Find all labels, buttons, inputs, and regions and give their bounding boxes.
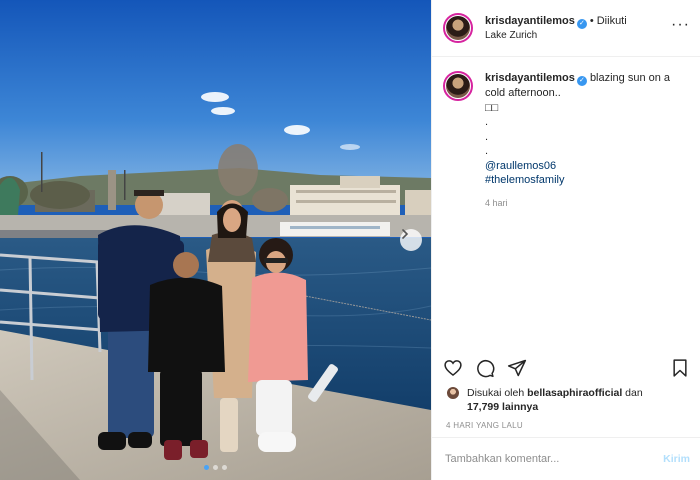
- post-comment-button[interactable]: Kirim: [663, 453, 690, 465]
- likes-prefix: Disukai oleh: [467, 387, 525, 399]
- avatar[interactable]: [443, 13, 473, 43]
- post-header: krisdayantilemos ✓ • Diikuti Lake Zurich ··…: [432, 0, 700, 57]
- action-bar: [443, 356, 690, 380]
- carousel-next-button[interactable]: [400, 229, 422, 251]
- verified-badge-icon: ✓: [576, 76, 587, 86]
- mention-link[interactable]: @raullemos06: [485, 160, 556, 172]
- caption-age: 4 hari: [485, 197, 508, 208]
- post-photo[interactable]: [0, 0, 431, 480]
- caption-text: krisdayantilemos ✓ blazing sun on a cold …: [485, 71, 670, 210]
- carousel-dot: [204, 465, 209, 470]
- following-button[interactable]: Diikuti: [597, 15, 627, 27]
- caption-line-2: cold afternoon..: [485, 87, 561, 99]
- caption-emoji: □□: [485, 101, 499, 114]
- likes-summary: Disukai oleh bellasaphiraofficial dan 17…: [446, 386, 690, 414]
- caption-line-1: blazing sun on a: [589, 72, 671, 84]
- hashtag-link[interactable]: #thelemosfamily: [485, 174, 564, 186]
- share-icon[interactable]: [507, 358, 527, 378]
- post-sidebar: krisdayantilemos ✓ • Diikuti Lake Zurich ··…: [431, 0, 700, 480]
- chevron-right-icon: [402, 229, 409, 239]
- likes-count-link[interactable]: 17,799: [467, 401, 499, 413]
- caption-block: krisdayantilemos ✓ blazing sun on a cold …: [443, 71, 690, 210]
- more-options-icon[interactable]: ···: [671, 17, 690, 36]
- separator: •: [589, 14, 594, 27]
- likes-conjunction: dan: [625, 387, 643, 399]
- bookmark-icon[interactable]: [670, 358, 690, 378]
- header-text: krisdayantilemos ✓ • Diikuti Lake Zurich: [485, 14, 671, 43]
- username-link[interactable]: krisdayantilemos: [485, 15, 575, 27]
- caption-username-link[interactable]: krisdayantilemos: [485, 72, 575, 84]
- post-date[interactable]: 4 HARI YANG LALU: [446, 421, 523, 430]
- comment-bar: Kirim: [432, 437, 700, 480]
- liker-avatar[interactable]: [446, 386, 460, 400]
- avatar[interactable]: [443, 71, 473, 101]
- verified-badge-icon: ✓: [576, 18, 587, 29]
- caption-dot: .: [485, 130, 489, 143]
- caption-dot: .: [485, 145, 489, 157]
- liker-username-link[interactable]: bellasaphiraofficial: [527, 387, 622, 399]
- comment-icon[interactable]: [475, 358, 495, 378]
- heart-icon[interactable]: [443, 358, 463, 378]
- photo-illustration: [0, 0, 431, 480]
- carousel-dot: [222, 465, 227, 470]
- comment-input[interactable]: [445, 453, 664, 465]
- carousel-dot: [213, 465, 218, 470]
- carousel-indicator: [204, 465, 227, 470]
- instagram-post: krisdayantilemos ✓ • Diikuti Lake Zurich ··…: [0, 0, 700, 480]
- caption-dot: .: [485, 116, 489, 128]
- location-link[interactable]: Lake Zurich: [485, 29, 671, 43]
- likes-suffix[interactable]: lainnya: [502, 401, 538, 413]
